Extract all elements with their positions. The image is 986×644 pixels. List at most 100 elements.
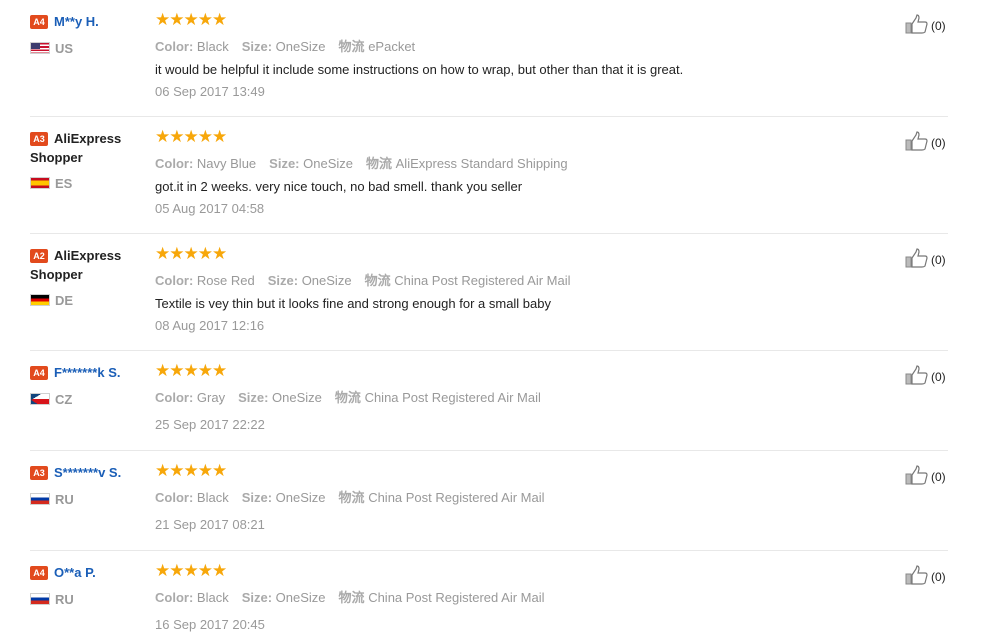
shipping-value: China Post Registered Air Mail xyxy=(368,590,545,605)
country-code: DE xyxy=(55,293,74,308)
buyer-level-badge: A4 xyxy=(30,15,48,29)
color-value: Black xyxy=(196,490,229,505)
reviewer-name[interactable]: M**y H. xyxy=(54,14,99,29)
reviewer-country: US xyxy=(30,41,73,57)
size-value: OneSize xyxy=(275,590,326,605)
shipping-label: 物流 xyxy=(334,390,361,405)
shipping-value: China Post Registered Air Mail xyxy=(394,273,571,288)
review-date: 25 Sep 2017 22:22 xyxy=(155,417,265,432)
helpful-button[interactable]: (0) xyxy=(905,14,946,34)
review-item: A4 M**y H. US ★★★★★ Color: Black Size: One… xyxy=(30,11,948,117)
thumbs-up-icon xyxy=(905,248,928,268)
size-label: Size: xyxy=(241,490,273,505)
color-label: Color: xyxy=(155,273,194,288)
reviewer-info: A4 O**a P. xyxy=(30,563,150,582)
reviewer-country: RU xyxy=(30,492,74,508)
us-flag-icon xyxy=(30,42,50,54)
thumbs-up-icon xyxy=(905,465,928,485)
reviewer-country: ES xyxy=(30,176,72,192)
reviewer-info: A4 M**y H. xyxy=(30,12,150,31)
review-text: got.it in 2 weeks. very nice touch, no b… xyxy=(155,179,523,194)
size-label: Size: xyxy=(241,590,273,605)
order-attributes: Color: Black Size: OneSize 物流 China Post R… xyxy=(155,487,545,506)
review-date: 21 Sep 2017 08:21 xyxy=(155,517,265,532)
color-value: Black xyxy=(196,590,229,605)
helpful-count: (0) xyxy=(931,570,946,584)
shipping-value: China Post Registered Air Mail xyxy=(364,390,541,405)
shipping-label: 物流 xyxy=(338,590,365,605)
de-flag-icon xyxy=(30,294,50,306)
review-date: 16 Sep 2017 20:45 xyxy=(155,617,265,632)
star-rating: ★★★★★ xyxy=(155,561,227,580)
color-value: Navy Blue xyxy=(196,156,257,171)
reviewer-info: A2 AliExpress Shopper xyxy=(30,246,150,284)
review-content: ★★★★★ Color: Navy Blue Size: OneSize 物流 Al… xyxy=(155,127,795,216)
helpful-count: (0) xyxy=(931,253,946,267)
size-label: Size: xyxy=(269,156,300,171)
size-value: OneSize xyxy=(275,490,326,505)
buyer-level-badge: A2 xyxy=(30,249,48,263)
order-attributes: Color: Rose Red Size: OneSize 物流 China Pos… xyxy=(155,270,571,289)
shipping-value: AliExpress Standard Shipping xyxy=(395,156,568,171)
reviewer-name[interactable]: F*******k S. xyxy=(54,365,120,380)
thumbs-up-icon xyxy=(905,565,928,585)
star-rating: ★★★★★ xyxy=(155,461,227,480)
star-rating: ★★★★★ xyxy=(155,244,227,263)
review-content: ★★★★★ Color: Black Size: OneSize 物流 ePacke… xyxy=(155,11,795,99)
reviewer-name[interactable]: O**a P. xyxy=(54,565,96,580)
size-label: Size: xyxy=(267,273,299,288)
review-item: A3 AliExpress Shopper ES ★★★★★ Color: Nav… xyxy=(30,127,948,234)
review-item: A2 AliExpress Shopper DE ★★★★★ Color: Ros… xyxy=(30,244,948,351)
ru-flag-icon xyxy=(30,493,50,505)
helpful-button[interactable]: (0) xyxy=(905,565,946,585)
helpful-button[interactable]: (0) xyxy=(905,131,946,151)
buyer-level-badge: A3 xyxy=(30,466,48,480)
reviewer-name[interactable]: S*******v S. xyxy=(54,465,121,480)
size-value: OneSize xyxy=(272,390,322,405)
thumbs-up-icon xyxy=(905,365,928,385)
buyer-level-badge: A3 xyxy=(30,132,48,146)
buyer-level-badge: A4 xyxy=(30,366,48,380)
country-code: ES xyxy=(55,176,73,191)
size-label: Size: xyxy=(238,390,269,405)
color-label: Color: xyxy=(155,390,194,405)
thumbs-up-icon xyxy=(905,14,928,34)
country-code: US xyxy=(55,41,74,56)
helpful-count: (0) xyxy=(931,19,946,33)
review-date: 05 Aug 2017 04:58 xyxy=(155,201,265,216)
review-text: Textile is vey thin but it looks fine an… xyxy=(155,296,551,311)
reviewer-info: A4 F*******k S. xyxy=(30,363,150,382)
color-value: Black xyxy=(196,39,229,54)
star-rating: ★★★★★ xyxy=(155,127,227,146)
review-date: 08 Aug 2017 12:16 xyxy=(155,318,265,333)
review-content: ★★★★★ Color: Gray Size: OneSize 物流 China P… xyxy=(155,362,795,432)
shipping-value: China Post Registered Air Mail xyxy=(368,490,545,505)
order-attributes: Color: Black Size: OneSize 物流 ePacket xyxy=(155,36,415,55)
shipping-value: ePacket xyxy=(368,39,416,54)
es-flag-icon xyxy=(30,177,50,189)
size-value: OneSize xyxy=(303,156,353,171)
helpful-button[interactable]: (0) xyxy=(905,248,946,268)
helpful-count: (0) xyxy=(931,370,946,384)
review-item: A4 O**a P. RU ★★★★★ Color: Black Size: One… xyxy=(30,561,948,644)
review-content: ★★★★★ Color: Black Size: OneSize 物流 China … xyxy=(155,561,795,632)
helpful-button[interactable]: (0) xyxy=(905,465,946,485)
helpful-button[interactable]: (0) xyxy=(905,365,946,385)
shipping-label: 物流 xyxy=(366,156,393,171)
reviewer-country: RU xyxy=(30,592,74,608)
reviewer-info: A3 S*******v S. xyxy=(30,463,150,482)
review-date: 06 Sep 2017 13:49 xyxy=(155,84,265,99)
review-content: ★★★★★ Color: Rose Red Size: OneSize 物流 Chi… xyxy=(155,244,795,333)
review-text: it would be helpful it include some inst… xyxy=(155,62,684,77)
ru-flag-icon xyxy=(30,593,50,605)
color-value: Gray xyxy=(196,390,226,405)
thumbs-up-icon xyxy=(905,131,928,151)
helpful-count: (0) xyxy=(931,470,946,484)
order-attributes: Color: Gray Size: OneSize 物流 China Post Re… xyxy=(155,387,541,406)
color-label: Color: xyxy=(155,39,194,54)
color-label: Color: xyxy=(155,156,194,171)
helpful-count: (0) xyxy=(931,136,946,150)
country-code: CZ xyxy=(55,392,73,407)
reviewer-country: CZ xyxy=(30,392,72,408)
reviewer-info: A3 AliExpress Shopper xyxy=(30,129,150,167)
